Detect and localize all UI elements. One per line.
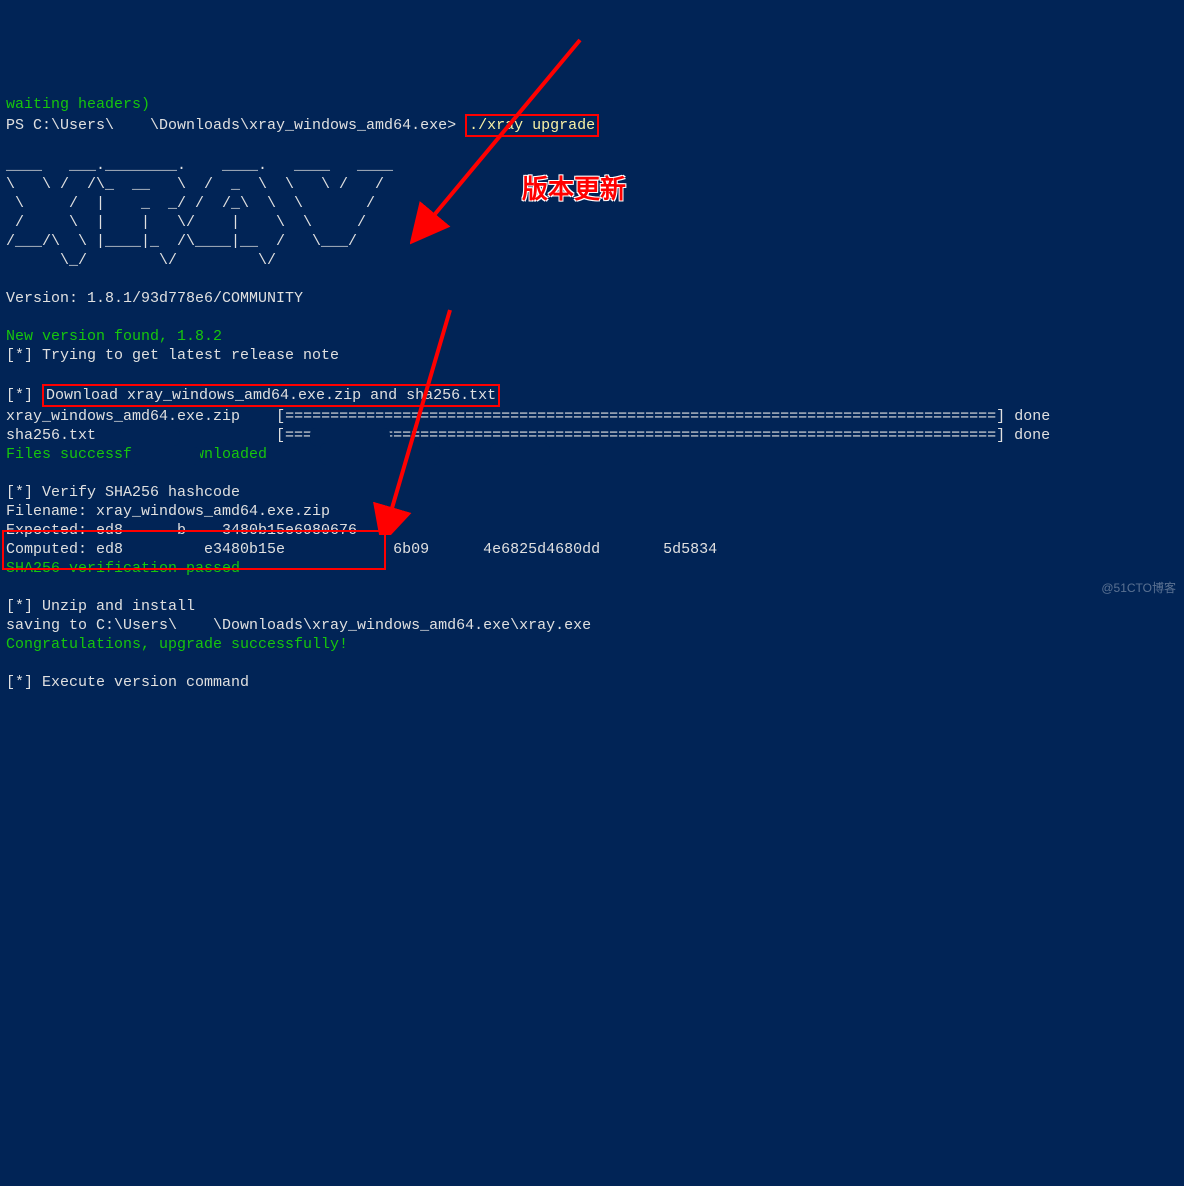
- congrats-line: Congratulations, upgrade successfully!: [6, 636, 348, 653]
- saving-line: saving to C:\Users\ \Downloads\xray_wind…: [6, 617, 591, 634]
- progress2-done: done: [1005, 427, 1050, 444]
- smudge-4: [320, 443, 440, 465]
- header-partial: waiting headers): [6, 96, 150, 113]
- watermark: @51CTO博客: [1101, 579, 1176, 598]
- download-highlight-box: Download xray_windows_amd64.exe.zip and …: [42, 384, 500, 407]
- version-line: Version: 1.8.1/93d778e6/COMMUNITY: [6, 290, 303, 307]
- annotation-label: 版本更新: [522, 180, 626, 199]
- progress2-file: sha256.txt: [6, 427, 96, 444]
- unzip-line: [*] Unzip and install: [6, 598, 195, 615]
- smudge-5: [490, 443, 550, 465]
- command-text[interactable]: ./xray upgrade: [469, 117, 595, 134]
- new-version-line: New version found, 1.8.2: [6, 328, 222, 345]
- download-text: Download xray_windows_amd64.exe.zip and …: [46, 387, 496, 404]
- filename-line: Filename: xray_windows_amd64.exe.zip: [6, 503, 330, 520]
- progress1-file: xray_windows_amd64.exe.zip: [6, 408, 240, 425]
- progress1-done: done: [1005, 408, 1050, 425]
- progress1-bar: [=======================================…: [276, 408, 1005, 425]
- smudge-1: [120, 428, 180, 446]
- trying-line: [*] Trying to get latest release note: [6, 347, 339, 364]
- exec-line: [*] Execute version command: [6, 674, 249, 691]
- smudge-3: [130, 447, 200, 465]
- verify-line: [*] Verify SHA256 hashcode: [6, 484, 240, 501]
- download-prefix: [*]: [6, 387, 42, 404]
- terminal-window[interactable]: waiting headers) PS C:\Users\ \Downloads…: [0, 76, 1184, 692]
- prompt: PS C:\Users\ \Downloads\xray_windows_amd…: [6, 117, 456, 134]
- command-highlight-box: ./xray upgrade: [465, 114, 599, 137]
- ascii-art: ____ ___.________. ____. ____ ____ \ \ /…: [6, 157, 393, 269]
- congrats-highlight-box: [2, 530, 386, 570]
- smudge-6: [640, 443, 760, 465]
